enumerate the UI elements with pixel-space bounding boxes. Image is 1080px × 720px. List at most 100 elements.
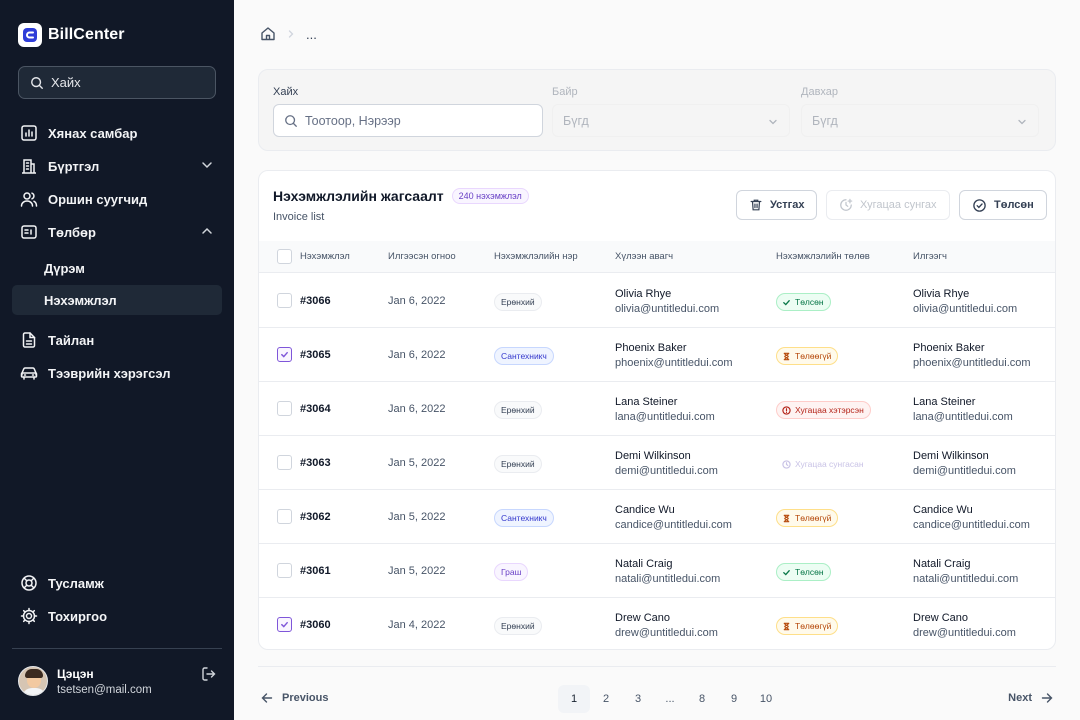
page-number-button[interactable]: 1	[558, 685, 590, 713]
home-icon[interactable]	[260, 26, 276, 42]
delete-button[interactable]: Устгах	[736, 190, 818, 220]
sidebar-item-dashboard[interactable]: Хянах самбар	[20, 124, 216, 142]
gear-icon	[20, 607, 38, 625]
page-subtitle: Invoice list	[273, 211, 325, 223]
sent-date: Jan 5, 2022	[388, 457, 446, 469]
invoice-number[interactable]: #3060	[300, 619, 331, 631]
page-number-button[interactable]: 2	[590, 685, 622, 713]
column-header[interactable]: Илгээгч	[913, 251, 947, 262]
sent-date: Jan 6, 2022	[388, 295, 446, 307]
building-label: Байр	[552, 86, 578, 98]
sidebar-subitem-rules[interactable]: Дүрэм	[12, 253, 222, 283]
select-all-checkbox[interactable]	[277, 249, 292, 264]
page-number-button[interactable]: 8	[686, 685, 718, 713]
search-icon	[31, 76, 43, 89]
mark-paid-button[interactable]: Төлсөн	[959, 190, 1047, 220]
alert-circle-icon	[782, 405, 791, 415]
chevron-right-icon	[288, 30, 294, 38]
row-checkbox[interactable]	[277, 455, 292, 470]
invoice-number[interactable]: #3062	[300, 511, 331, 523]
arrow-right-icon	[1041, 693, 1053, 703]
status-badge: Хугацаа хэтэрсэн	[776, 401, 871, 419]
next-page-button[interactable]: Next	[1008, 691, 1054, 705]
column-header[interactable]: Нэхэмжлэлийн нэр	[494, 251, 578, 262]
recipient: Drew Cano drew@untitledui.com	[615, 611, 718, 641]
floor-select-value: Бүгд	[812, 113, 838, 128]
page-number-button[interactable]: 9	[718, 685, 750, 713]
app-logo[interactable]: BillCenter	[18, 23, 125, 47]
breadcrumb-current[interactable]: ...	[306, 27, 317, 42]
avatar	[18, 666, 48, 696]
invoice-number[interactable]: #3061	[300, 565, 331, 577]
users-icon	[20, 192, 38, 207]
building-select-value: Бүгд	[563, 113, 589, 128]
table-row[interactable]: #3066 Jan 6, 2022 Ерөнхий Olivia Rhye olivia…	[259, 274, 1055, 328]
row-checkbox[interactable]	[277, 401, 292, 416]
sidebar-item-label: Оршин суугчид	[48, 191, 148, 207]
recipient-email: candice@untitledui.com	[615, 519, 732, 531]
row-checkbox[interactable]	[277, 509, 292, 524]
building-icon	[22, 159, 36, 174]
table-row[interactable]: #3061 Jan 5, 2022 Граш Natali Craig natali@u…	[259, 544, 1055, 598]
floor-select[interactable]: Бүгд	[801, 104, 1039, 137]
sent-date: Jan 6, 2022	[388, 403, 446, 415]
sidebar-item-vehicles[interactable]: Тээврийн хэрэгсэл	[20, 364, 216, 382]
sender-email: lana@untitledui.com	[913, 411, 1013, 423]
arrow-left-icon	[261, 693, 273, 703]
table-row[interactable]: #3065 Jan 6, 2022 Сантехникч Phoenix Baker p…	[259, 328, 1055, 382]
table-row[interactable]: #3060 Jan 4, 2022 Ерөнхий Drew Cano drew@unt…	[259, 598, 1055, 649]
invoice-number[interactable]: #3065	[300, 349, 331, 361]
search-input[interactable]: Тоотоор, Нэрээр	[273, 104, 543, 137]
page-numbers: 1 2 3... 8 9 10	[558, 685, 782, 713]
column-header[interactable]: Нэхэмжлэлийн төлөв	[776, 251, 870, 262]
table-row[interactable]: #3062 Jan 5, 2022 Сантехникч Candice Wu cand…	[259, 490, 1055, 544]
page-number-button[interactable]: 3	[622, 685, 654, 713]
sent-date: Jan 4, 2022	[388, 619, 446, 631]
delete-button-label: Устгах	[770, 199, 805, 211]
invoice-number[interactable]: #3066	[300, 295, 331, 307]
table-row[interactable]: #3064 Jan 6, 2022 Ерөнхий Lana Steiner lana@…	[259, 382, 1055, 436]
chevron-down-icon	[202, 162, 212, 169]
invoice-type-badge: Сантехникч	[494, 347, 554, 365]
sidebar-item-registration[interactable]: Бүртгэл	[20, 157, 216, 175]
invoice-number[interactable]: #3063	[300, 457, 331, 469]
user-profile[interactable]: Цэцэн tsetsen@mail.com	[18, 666, 152, 696]
chevron-down-icon	[769, 119, 777, 125]
column-header[interactable]: Илгээсэн огноо	[388, 251, 456, 262]
row-checkbox[interactable]	[277, 563, 292, 578]
hourglass-icon	[783, 514, 790, 522]
sidebar-search-input[interactable]: Хайх	[18, 66, 216, 99]
count-badge: 240 нэхэмжлэл	[451, 188, 529, 204]
status-badge: Төлсөн	[776, 563, 831, 581]
check-icon	[783, 299, 790, 306]
app-name: BillCenter	[48, 26, 125, 43]
row-checkbox[interactable]	[277, 617, 292, 632]
sender-name: Olivia Rhye	[913, 288, 970, 300]
logout-icon[interactable]	[201, 666, 217, 682]
sidebar-item-residents[interactable]: Оршин суугчид	[20, 190, 216, 208]
recipient-email: demi@untitledui.com	[615, 465, 718, 477]
status-label: Хугацаа хэтэрсэн	[795, 405, 864, 415]
sidebar-subitem-invoices[interactable]: Нэхэмжлэл	[12, 285, 222, 315]
sidebar-item-help[interactable]: Тусламж	[20, 574, 216, 592]
row-checkbox[interactable]	[277, 293, 292, 308]
sidebar-item-payment[interactable]: Төлбөр	[20, 223, 216, 241]
column-header[interactable]: Хүлээн авагч	[615, 251, 673, 262]
recipient-email: olivia@untitledui.com	[615, 303, 720, 315]
extend-button[interactable]: Хугацаа сунгах	[826, 190, 950, 220]
previous-label: Previous	[282, 692, 329, 704]
sidebar-item-settings[interactable]: Тохиргоо	[20, 607, 216, 625]
previous-page-button[interactable]: Previous	[260, 691, 328, 705]
sender-email: drew@untitledui.com	[913, 627, 1016, 639]
sent-date: Jan 5, 2022	[388, 565, 446, 577]
page-number-button[interactable]: 10	[750, 685, 782, 713]
column-header[interactable]: Нэхэмжлэл	[300, 251, 350, 262]
sidebar-item-reports[interactable]: Тайлан	[20, 331, 216, 349]
status-badge: Төлөөгүй	[776, 509, 839, 527]
invoice-number[interactable]: #3064	[300, 403, 331, 415]
recipient-name: Lana Steiner	[615, 396, 678, 408]
sidebar-item-label: Тайлан	[48, 332, 95, 348]
building-select[interactable]: Бүгд	[552, 104, 790, 137]
table-row[interactable]: #3063 Jan 5, 2022 Ерөнхий Demi Wilkinson dem…	[259, 436, 1055, 490]
row-checkbox[interactable]	[277, 347, 292, 362]
